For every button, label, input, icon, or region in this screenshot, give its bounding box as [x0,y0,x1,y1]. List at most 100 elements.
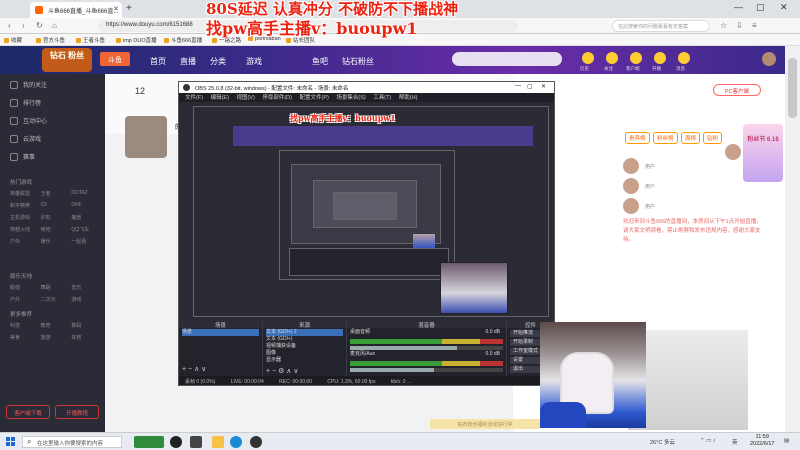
site-logo[interactable]: 钻石 粉丝 [42,48,92,72]
file-explorer-icon[interactable] [212,436,224,448]
sidebar-item-cloud[interactable]: 云游戏 [10,134,41,143]
user-avatar[interactable] [762,52,776,66]
tab-close-icon[interactable]: ✕ [113,5,119,13]
ent-link[interactable]: 二次元 [41,296,72,303]
nav-diamond[interactable]: 钻石粉丝 [342,56,374,67]
ent-link[interactable]: 颜值 [10,284,41,291]
site-logo-badge[interactable]: 斗鱼 [100,52,130,66]
hot-link[interactable]: 魔兽 [71,214,102,221]
bookmark-item[interactable]: 斗鱼666直播 [164,36,202,44]
bookmark-item[interactable]: 官方斗鱼 [36,36,65,44]
source-controls[interactable]: + − ⚙ ∧ ∨ [266,367,298,375]
hot-link[interactable]: 英雄联盟 [10,190,41,197]
bookmark-item[interactable]: 王者斗鱼 [76,36,105,44]
more-link[interactable]: 美食 [10,334,41,341]
hot-link[interactable]: 一起看 [71,238,102,245]
close-window-icon[interactable]: ✕ [780,2,788,13]
tab-week[interactable]: 周榜 [681,132,701,144]
sidebar-item-interact[interactable]: 互动中心 [10,116,47,125]
page-scrollbar[interactable] [785,46,800,432]
message-icon[interactable] [678,52,690,64]
sidebar-item-follow[interactable]: 我的关注 [10,80,47,89]
bookmark-item[interactable]: 收藏 [4,36,22,44]
obs-menu-scene-collection[interactable]: 场景集合(S) [336,95,365,101]
obs-maximize-icon[interactable]: ▢ [527,83,533,90]
obs-menu-docks[interactable]: 停靠部件(D) [262,95,292,101]
history-icon[interactable] [582,52,594,64]
refresh-icon[interactable]: ↻ [36,21,43,30]
hot-link[interactable]: DOTA2 [71,190,102,197]
hot-link[interactable]: 绝地 [41,226,72,233]
obs-menu-edit[interactable]: 编辑(E) [211,95,229,101]
taskbar-grass-icon[interactable] [134,436,164,448]
nav-live[interactable]: 直播 [180,56,196,67]
hot-link[interactable]: DNF [71,202,102,209]
scene-controls[interactable]: + − ∧ ∨ [182,365,206,373]
promo-banner[interactable]: 钻石粉丝福利活动进行中 [430,419,540,429]
hot-link[interactable]: 穿越火线 [10,226,41,233]
hot-link[interactable]: 娱乐 [41,238,72,245]
hot-link[interactable]: 主机游戏 [10,214,41,221]
tab-fans[interactable]: 粉丝榜 [653,132,678,144]
broadcast-guide-button[interactable]: 开播教程 [55,405,99,419]
tab-vip[interactable]: 贵宾榜 [625,132,650,144]
more-link[interactable]: 体育 [71,334,102,341]
more-link[interactable]: 数码 [71,322,102,329]
taskbar-search-input[interactable]: 在这里输入你要搜索的内容 [22,436,122,448]
site-search-input[interactable] [452,52,562,66]
download-icon[interactable]: ⇩ [736,21,743,30]
source-item[interactable]: 视频捕获设备 [266,343,343,350]
source-item[interactable]: 文本 (GDI+) 2 [266,329,343,336]
pc-client-badge[interactable]: PC客户端 [713,84,761,96]
more-link[interactable]: 旅游 [41,334,72,341]
broadcast-icon[interactable] [654,52,666,64]
obs-menu-help[interactable]: 帮助(H) [399,95,418,101]
hot-link[interactable]: 和平精英 [10,202,41,209]
maximize-icon[interactable]: ▢ [756,2,765,13]
windows-start-icon[interactable] [6,437,16,447]
ent-link[interactable]: 音乐 [71,284,102,291]
back-icon[interactable]: ‹ [8,21,11,30]
ent-link[interactable]: 游戏 [71,296,102,303]
viewer-row[interactable]: 用户 [623,178,733,198]
source-item[interactable]: 图像 [266,350,343,357]
sidebar-item-events[interactable]: 赛事 [10,152,35,161]
hot-link[interactable]: QQ飞车 [71,226,102,233]
obs-close-icon[interactable]: ✕ [541,83,546,90]
obs-minimize-icon[interactable]: — [515,83,521,89]
cortana-icon[interactable] [170,436,182,448]
obs-taskbar-icon[interactable] [250,436,262,448]
new-tab-icon[interactable]: + [126,3,132,14]
hot-link[interactable]: CF [41,202,72,209]
notification-icon[interactable]: ▤ [784,438,789,444]
nav-fishbar[interactable]: 鱼吧 [312,56,328,67]
sidebar-item-rank[interactable]: 排行榜 [10,98,41,107]
source-item[interactable]: 显示器 [266,357,343,364]
ent-link[interactable]: 舞蹈 [41,284,72,291]
browser-tab[interactable]: 斗鱼666直播_斗鱼666直... ✕ [30,2,122,18]
viewer-row[interactable]: 用户 [623,158,733,178]
tray-icons[interactable]: ⌃ ▭ ♪ [700,438,716,444]
more-link[interactable]: 科技 [10,322,41,329]
nav-home[interactable]: 首页 [150,56,166,67]
client-icon[interactable] [630,52,642,64]
forward-icon[interactable]: › [22,21,25,30]
minimize-icon[interactable]: — [734,2,743,12]
obs-menu-tools[interactable]: 工具(T) [373,95,391,101]
weather-text[interactable]: 26°C 多云 [650,438,675,446]
viewer-row[interactable]: 用户 [623,198,733,218]
ent-link[interactable]: 户外 [10,296,41,303]
streamer-avatar[interactable] [125,116,167,158]
scene-item[interactable]: 场景 [182,329,259,336]
scroll-thumb[interactable] [788,58,797,118]
hot-link[interactable]: 户外 [10,238,41,245]
taskbar-clock[interactable]: 11:59 2022/6/17 [750,434,774,448]
follow-icon[interactable] [606,52,618,64]
bookmark-item[interactable]: imp DUO直播 [116,36,157,44]
obs-menu-file[interactable]: 文件(F) [185,95,203,101]
fan-festival-banner[interactable]: 粉丝节 6.16 [743,124,783,182]
nav-category[interactable]: 分类 [210,56,226,67]
nav-games[interactable]: 游戏 [246,56,262,67]
obs-menu-profile[interactable]: 配置文件(P) [299,95,328,101]
browser-search-input[interactable]: 在此搜索你的问题看看有无答案 [612,20,710,32]
